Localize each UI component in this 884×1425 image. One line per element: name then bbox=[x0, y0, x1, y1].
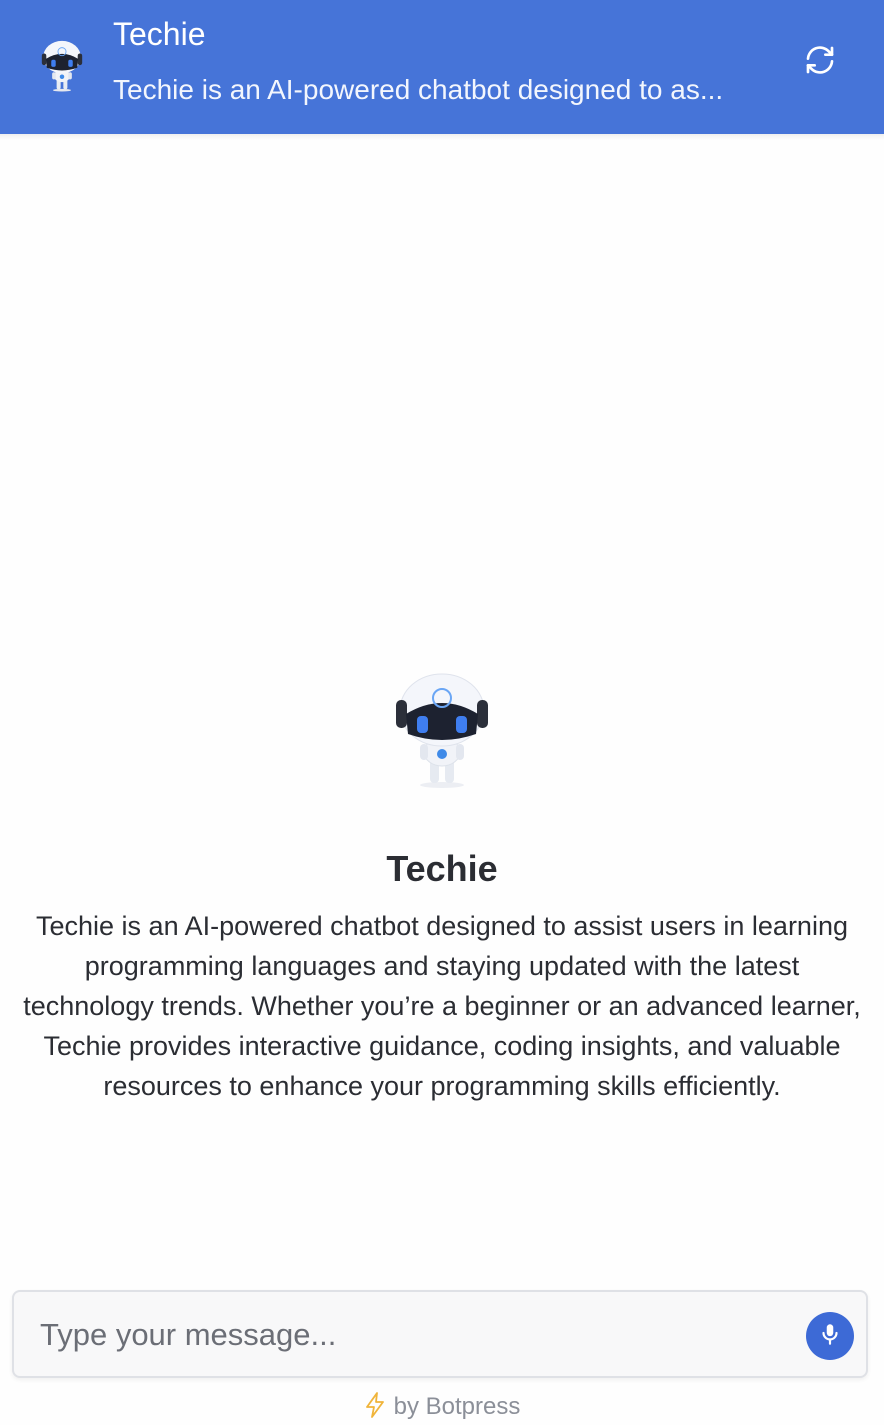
microphone-button[interactable] bbox=[806, 1312, 854, 1360]
bot-name: Techie bbox=[386, 848, 498, 889]
message-composer bbox=[12, 1290, 868, 1378]
microphone-icon bbox=[817, 1321, 843, 1352]
header-description: Techie is an AI-powered chatbot designed… bbox=[113, 74, 724, 105]
footer-text: by Botpress bbox=[393, 1393, 521, 1420]
bot-description: Techie is an AI-powered chatbot designed… bbox=[23, 911, 861, 1101]
botpress-footer[interactable]: by Botpress bbox=[0, 1392, 884, 1420]
chat-header: Techie Techie is an AI-powered chatbot d… bbox=[0, 0, 884, 134]
message-input[interactable] bbox=[38, 1306, 782, 1364]
bot-avatar-icon bbox=[38, 40, 86, 92]
header-title: Techie bbox=[113, 16, 206, 52]
header-shadow bbox=[0, 134, 884, 140]
lightning-bolt-icon bbox=[364, 1392, 386, 1425]
robot-avatar-icon bbox=[392, 672, 492, 788]
refresh-icon bbox=[804, 44, 836, 81]
refresh-button[interactable] bbox=[796, 38, 844, 86]
